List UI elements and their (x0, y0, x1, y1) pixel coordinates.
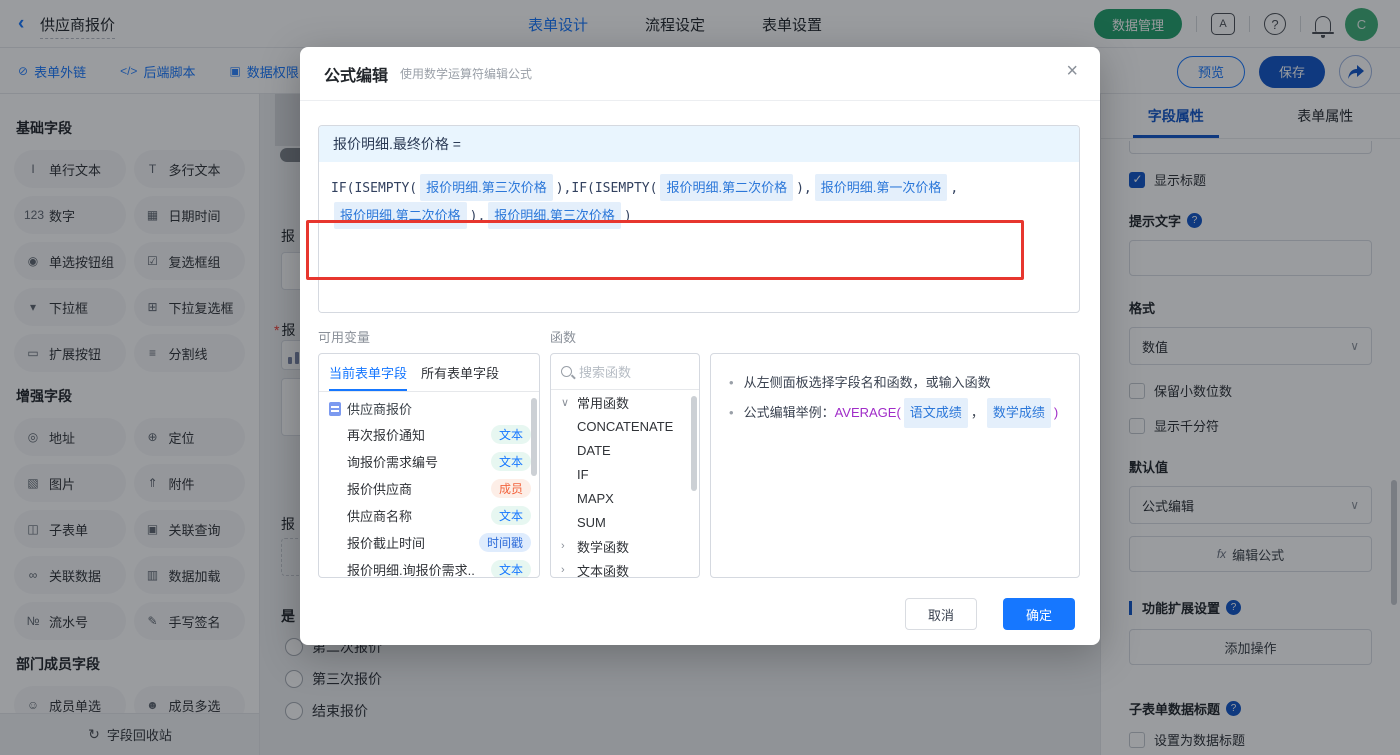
function-group[interactable]: › 文本函数 (551, 558, 699, 578)
function-item[interactable]: IF (551, 462, 699, 486)
function-group-label: 数学函数 (577, 539, 630, 555)
form-icon (329, 401, 341, 416)
variable-row[interactable]: 报价截止时间 时间戳 (319, 529, 539, 556)
formula-target: 报价明细.最终价格 = (319, 126, 1079, 162)
formula-text: ),IF(ISEMPTY( (555, 181, 658, 196)
chevron-right-icon: › (561, 540, 565, 552)
chevron-down-icon: ∨ (561, 396, 570, 409)
cancel-button[interactable]: 取消 (905, 598, 977, 630)
function-group-label: 文本函数 (577, 563, 630, 578)
formula-code-area[interactable]: IF(ISEMPTY(报价明细.第三次价格),IF(ISEMPTY(报价明细.第… (319, 162, 1019, 312)
variable-row[interactable]: 询报价需求编号 文本 (319, 448, 539, 475)
function-group-label: 常用函数 (577, 395, 630, 411)
formula-text: ) (623, 209, 632, 224)
variable-label: 供应商名称 (347, 509, 413, 524)
formula-text: ), (469, 209, 486, 224)
search-icon (561, 366, 572, 377)
function-item[interactable]: MAPX (551, 486, 699, 510)
chevron-right-icon: › (561, 564, 565, 576)
example-field-chip: 语文成绩 (903, 398, 968, 428)
average-fn: AVERAGE( (834, 405, 901, 420)
formula-edit-modal: 公式编辑 使用数学运算符编辑公式 × 报价明细.最终价格 = IF(ISEMPT… (300, 47, 1100, 645)
variable-type-badge: 时间戳 (478, 533, 531, 552)
bullet: • (729, 375, 734, 390)
formula-field-chip[interactable]: 报价明细.第三次价格 (420, 174, 553, 201)
formula-field-chip[interactable]: 报价明细.第一次价格 (814, 174, 948, 201)
formula-field-chip[interactable]: 报价明细.第二次价格 (660, 174, 794, 201)
function-item[interactable]: CONCATENATE (551, 414, 699, 438)
hint-line-2: • 公式编辑举例：AVERAGE(语文成绩，数学成绩) (729, 398, 1061, 428)
confirm-button[interactable]: 确定 (1003, 598, 1075, 630)
formula-field-chip[interactable]: 报价明细.第三次价格 (488, 202, 621, 229)
functions-section-label: 函数 (550, 330, 577, 345)
modal-subtitle: 使用数学运算符编辑公式 (400, 67, 533, 81)
form-tree-root[interactable]: 供应商报价 (319, 392, 539, 421)
function-item[interactable]: SUM (551, 510, 699, 534)
modal-title: 公式编辑 (324, 67, 389, 85)
variables-tab[interactable]: 当前表单字段 (329, 354, 408, 391)
variable-type-badge: 成员 (490, 479, 531, 498)
hint-line-1: • 从左侧面板选择字段名和函数，或输入函数 (729, 368, 1061, 398)
bullet: • (729, 405, 734, 420)
variables-scrollbar[interactable] (531, 398, 537, 476)
variable-row[interactable]: 报价明细.询报价需求... 文本 (319, 556, 539, 578)
function-item[interactable]: DATE (551, 438, 699, 462)
variable-type-badge: 文本 (490, 452, 531, 471)
function-group[interactable]: › 数学函数 (551, 534, 699, 558)
variable-type-badge: 文本 (490, 425, 531, 444)
variable-row[interactable]: 再次报价通知 文本 (319, 421, 539, 448)
formula-field-chip[interactable]: 报价明细.第二次价格 (334, 202, 467, 229)
function-search[interactable]: 搜索函数 (551, 354, 699, 390)
functions-scrollbar[interactable] (691, 396, 697, 491)
variable-label: 再次报价通知 (347, 428, 426, 443)
function-group[interactable]: ∨ 常用函数 (551, 390, 699, 414)
variables-section-label: 可用变量 (318, 330, 371, 345)
variable-label: 报价截止时间 (347, 536, 426, 551)
close-icon[interactable]: × (1066, 61, 1078, 81)
hint-panel: • 从左侧面板选择字段名和函数，或输入函数 • 公式编辑举例：AVERAGE(语… (710, 353, 1080, 578)
formula-text: ), (796, 181, 812, 196)
formula-text: , (950, 181, 959, 196)
formula-text: IF(ISEMPTY( (331, 181, 418, 196)
variable-type-badge: 文本 (490, 506, 531, 525)
variable-label: 报价明细.询报价需求... (347, 563, 475, 578)
search-placeholder: 搜索函数 (579, 365, 632, 380)
variable-label: 询报价需求编号 (347, 455, 439, 470)
formula-editor[interactable]: 报价明细.最终价格 = IF(ISEMPTY(报价明细.第三次价格),IF(IS… (318, 125, 1080, 313)
variables-panel: 当前表单字段 所有表单字段 供应商报价 再次报价通知 文本 询报价需求编号 文本 报价供应… (318, 353, 540, 578)
form-name: 供应商报价 (347, 402, 413, 417)
variables-tab[interactable]: 所有表单字段 (421, 354, 499, 391)
variable-row[interactable]: 报价供应商 成员 (319, 475, 539, 502)
variable-type-badge: 文本 (490, 560, 531, 577)
functions-panel: 搜索函数 ∨ 常用函数 CONCATENATE DATE IF MAPX SUM › 数学函数 ›… (550, 353, 700, 578)
variable-label: 报价供应商 (347, 482, 413, 497)
variable-row[interactable]: 供应商名称 文本 (319, 502, 539, 529)
modal-header: 公式编辑 使用数学运算符编辑公式 × (300, 47, 1100, 101)
example-field-chip: 数学成绩 (986, 398, 1051, 428)
